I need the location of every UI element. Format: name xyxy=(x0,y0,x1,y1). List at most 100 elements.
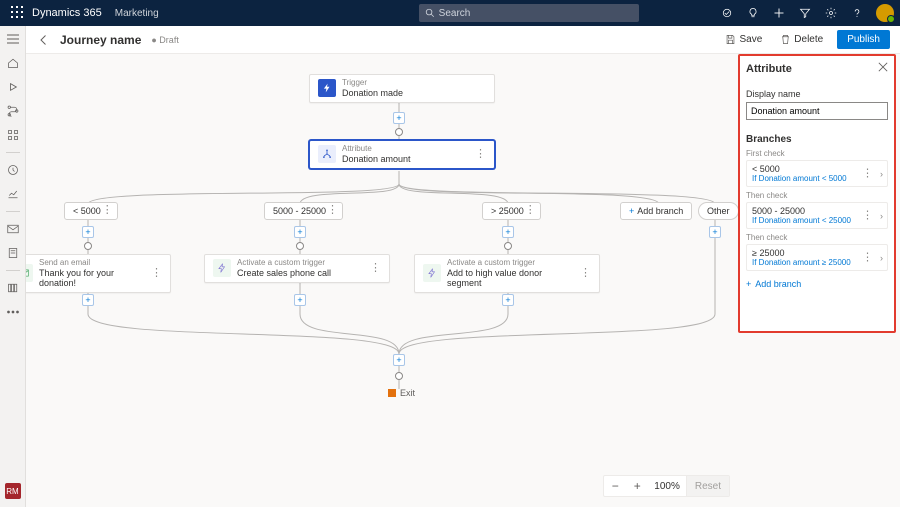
help-icon[interactable] xyxy=(850,6,864,20)
chip-more-icon[interactable]: ⋮ xyxy=(525,208,536,214)
branch-row-2[interactable]: 5000 - 25000 If Donation amount < 25000 … xyxy=(746,202,888,229)
save-label: Save xyxy=(739,34,762,45)
add-node-b2[interactable]: + xyxy=(294,226,306,238)
add-after-a3[interactable]: + xyxy=(502,294,514,306)
add-after-a2[interactable]: + xyxy=(294,294,306,306)
connector-dot xyxy=(395,372,403,380)
rail-clock-icon[interactable] xyxy=(6,163,20,177)
branch-row-1[interactable]: < 5000 If Donation amount < 5000 ⋮ › xyxy=(746,160,888,187)
then-check-label-2: Then check xyxy=(746,233,888,242)
action1-kind: Send an email xyxy=(39,259,145,268)
add-node-other[interactable]: + xyxy=(709,226,721,238)
branch-chip-2[interactable]: 5000 - 25000⋮ xyxy=(264,202,343,220)
flag-icon xyxy=(388,389,396,397)
save-button[interactable]: Save xyxy=(721,32,766,47)
add-before-exit[interactable]: + xyxy=(393,354,405,366)
global-search[interactable]: Search xyxy=(419,4,639,22)
rail-segment-icon[interactable] xyxy=(6,128,20,142)
attribute-more-icon[interactable]: ⋮ xyxy=(469,152,486,158)
trigger-node[interactable]: Trigger Donation made xyxy=(309,74,495,103)
add-icon[interactable] xyxy=(772,6,786,20)
rail-home-icon[interactable] xyxy=(6,56,20,70)
then-check-label-1: Then check xyxy=(746,191,888,200)
display-name-input[interactable] xyxy=(746,102,888,120)
connector-dot xyxy=(395,128,403,136)
lightning-icon xyxy=(318,79,336,97)
connector-dot xyxy=(504,242,512,250)
node-more-icon[interactable]: ⋮ xyxy=(145,271,162,277)
add-node-b1[interactable]: + xyxy=(82,226,94,238)
action-node-3[interactable]: Activate a custom trigger Add to high va… xyxy=(414,254,600,293)
action3-kind: Activate a custom trigger xyxy=(447,259,574,268)
action-node-2[interactable]: Activate a custom trigger Create sales p… xyxy=(204,254,390,283)
product-name: Dynamics 365 Marketing xyxy=(32,7,159,19)
connector-dot xyxy=(296,242,304,250)
chevron-right-icon: › xyxy=(880,169,883,179)
trigger-action-icon xyxy=(423,264,441,282)
assistant-icon[interactable] xyxy=(720,6,734,20)
branch-chip-3[interactable]: > 25000⋮ xyxy=(482,202,541,220)
rail-chart-icon[interactable] xyxy=(6,187,20,201)
branch-chip-other[interactable]: Other xyxy=(698,202,739,220)
publish-button[interactable]: Publish xyxy=(837,30,890,49)
attribute-node[interactable]: Attribute Donation amount ⋮ xyxy=(309,140,495,169)
chevron-right-icon: › xyxy=(880,211,883,221)
filter-icon[interactable] xyxy=(798,6,812,20)
settings-icon[interactable] xyxy=(824,6,838,20)
row-more-icon[interactable]: ⋮ xyxy=(862,213,873,219)
add-branch-chip[interactable]: +Add branch xyxy=(620,202,692,220)
display-name-label: Display name xyxy=(746,89,888,99)
trigger-action-icon xyxy=(213,259,231,277)
chevron-right-icon: › xyxy=(880,253,883,263)
back-button[interactable] xyxy=(36,32,52,48)
panel-add-branch-button[interactable]: + Add branch xyxy=(746,279,888,289)
action2-label: Create sales phone call xyxy=(237,268,331,278)
user-avatar[interactable] xyxy=(876,4,894,22)
attribute-side-panel: Attribute Display name Branches First ch… xyxy=(738,54,896,333)
rail-play-icon[interactable] xyxy=(6,80,20,94)
chip-more-icon[interactable]: ⋮ xyxy=(102,208,113,214)
publish-label: Publish xyxy=(847,34,880,45)
branch-row-3[interactable]: ≥ 25000 If Donation amount ≥ 25000 ⋮ › xyxy=(746,244,888,271)
node-more-icon[interactable]: ⋮ xyxy=(574,271,591,277)
add-after-a1[interactable]: + xyxy=(82,294,94,306)
add-after-trigger[interactable]: + xyxy=(393,112,405,124)
add-node-b3[interactable]: + xyxy=(502,226,514,238)
app-launcher-icon[interactable] xyxy=(6,6,28,21)
module-label: Marketing xyxy=(115,8,159,19)
rail-library-icon[interactable] xyxy=(6,281,20,295)
chip-more-icon[interactable]: ⋮ xyxy=(327,208,338,214)
panel-close-button[interactable] xyxy=(878,62,888,75)
action3-label: Add to high value donor segment xyxy=(447,268,574,288)
page-header: Journey name ● Draft Save Delete Publish xyxy=(26,26,900,54)
global-topbar: Dynamics 365 Marketing Search xyxy=(0,0,900,26)
panel-title: Attribute xyxy=(746,63,792,75)
zoom-value: 100% xyxy=(648,481,686,492)
rail-journeys-icon[interactable] xyxy=(6,104,20,118)
rail-badge[interactable]: RM xyxy=(5,483,21,499)
branch-chip-1[interactable]: < 5000⋮ xyxy=(64,202,118,220)
rail-form-icon[interactable] xyxy=(6,246,20,260)
zoom-reset-button[interactable]: Reset xyxy=(686,476,729,496)
save-icon xyxy=(725,34,736,45)
lightbulb-icon[interactable] xyxy=(746,6,760,20)
rail-more-icon[interactable] xyxy=(6,305,20,319)
row-more-icon[interactable]: ⋮ xyxy=(862,255,873,261)
action-node-1[interactable]: Send an email Thank you for your donatio… xyxy=(26,254,171,293)
zoom-toolbar: − + 100% Reset xyxy=(603,475,730,497)
delete-button[interactable]: Delete xyxy=(776,32,827,47)
topbar-right-icons xyxy=(720,4,894,22)
node-more-icon[interactable]: ⋮ xyxy=(364,266,381,272)
delete-label: Delete xyxy=(794,34,823,45)
zoom-out-button[interactable]: − xyxy=(604,479,626,493)
page-status: ● Draft xyxy=(151,35,178,45)
rail-menu-icon[interactable] xyxy=(6,32,20,46)
exit-label: Exit xyxy=(400,388,415,398)
zoom-in-button[interactable]: + xyxy=(626,479,648,493)
left-nav-rail: RM xyxy=(0,26,26,507)
rail-mail-icon[interactable] xyxy=(6,222,20,236)
page-actions: Save Delete Publish xyxy=(721,30,890,49)
close-icon xyxy=(878,62,888,72)
exit-node: Exit xyxy=(388,388,415,398)
row-more-icon[interactable]: ⋮ xyxy=(862,171,873,177)
